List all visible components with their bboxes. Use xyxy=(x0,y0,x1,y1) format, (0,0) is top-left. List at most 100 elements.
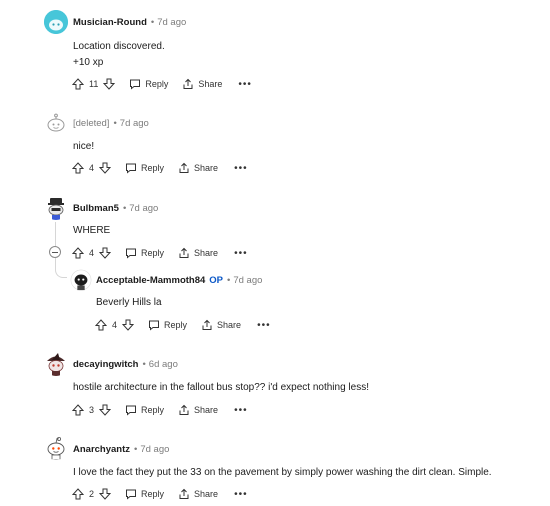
upvote-icon[interactable] xyxy=(72,488,84,500)
dark-hat-snoo-avatar-icon xyxy=(48,198,64,220)
share-icon xyxy=(179,404,189,415)
avatar[interactable] xyxy=(44,436,68,460)
comment-meta: Musician-Round • 7d ago xyxy=(73,13,186,31)
upvote-icon[interactable] xyxy=(72,78,84,90)
reply-connector xyxy=(55,262,67,278)
more-options-button[interactable]: ••• xyxy=(238,79,252,90)
downvote-icon[interactable] xyxy=(99,162,112,174)
vote-group: 11 xyxy=(72,78,116,90)
downvote-icon[interactable] xyxy=(122,319,135,331)
collapse-thread-button[interactable] xyxy=(49,246,61,258)
comment-actions: 2 Reply Share ••• xyxy=(72,485,248,503)
share-label: Share xyxy=(194,489,219,499)
share-label: Share xyxy=(194,248,219,258)
comment-body: I love the fact they put the 33 on the p… xyxy=(73,465,492,481)
share-button[interactable]: Share xyxy=(182,78,222,90)
author-name[interactable]: Musician-Round xyxy=(73,17,147,28)
share-button[interactable]: Share xyxy=(178,404,218,416)
avatar[interactable] xyxy=(44,10,68,34)
upvote-icon[interactable] xyxy=(72,404,84,416)
comment-text-line: I love the fact they put the 33 on the p… xyxy=(73,467,492,478)
share-icon xyxy=(183,78,193,89)
reply-label: Reply xyxy=(141,163,165,173)
separator-dot: • xyxy=(122,202,127,214)
share-button[interactable]: Share xyxy=(178,162,218,174)
reply-icon xyxy=(126,405,137,416)
share-label: Share xyxy=(194,405,219,415)
reply-button[interactable]: Reply xyxy=(129,78,168,90)
reply-label: Reply xyxy=(141,405,165,415)
witch-snoo-avatar-icon xyxy=(47,353,65,376)
author-name[interactable]: Anarchyantz xyxy=(73,444,130,455)
comment-text-line: nice! xyxy=(73,141,95,152)
author-name[interactable]: Bulbman5 xyxy=(73,203,119,214)
share-icon xyxy=(179,162,189,173)
more-options-button[interactable]: ••• xyxy=(234,163,248,174)
vote-group: 3 xyxy=(72,404,112,416)
downvote-icon[interactable] xyxy=(99,488,112,500)
share-button[interactable]: Share xyxy=(178,488,218,500)
avatar[interactable] xyxy=(44,352,68,376)
reply-button[interactable]: Reply xyxy=(125,488,164,500)
upvote-icon[interactable] xyxy=(72,247,84,259)
comment-actions: 11 Reply Share ••• xyxy=(72,75,252,93)
snoo-avatar-icon xyxy=(44,10,68,34)
avatar[interactable] xyxy=(69,268,93,292)
share-icon xyxy=(179,247,189,258)
deleted-snoo-avatar-icon xyxy=(47,113,65,132)
vote-count: 2 xyxy=(89,489,95,499)
reply-icon xyxy=(126,163,137,174)
more-options-button[interactable]: ••• xyxy=(257,320,271,331)
author-name[interactable]: Acceptable-Mammoth84 xyxy=(96,275,205,286)
share-label: Share xyxy=(217,320,242,330)
comment-body: Location discovered. +10 xp xyxy=(73,39,165,71)
timestamp[interactable]: 7d ago xyxy=(140,444,169,455)
timestamp[interactable]: 7d ago xyxy=(233,275,262,286)
author-name[interactable]: decayingwitch xyxy=(73,359,138,370)
comment-meta: [deleted] • 7d ago xyxy=(73,114,149,132)
reply-label: Reply xyxy=(145,79,169,89)
reply-icon xyxy=(126,248,137,259)
comment-body: WHERE xyxy=(73,223,110,239)
vote-group: 4 xyxy=(95,319,135,331)
share-button[interactable]: Share xyxy=(201,319,241,331)
vote-count: 4 xyxy=(89,163,95,173)
reply-body: Beverly Hills la xyxy=(96,295,162,311)
more-options-button[interactable]: ••• xyxy=(234,248,248,259)
vote-group: 4 xyxy=(72,162,112,174)
share-label: Share xyxy=(194,163,219,173)
timestamp[interactable]: 7d ago xyxy=(120,118,149,129)
comment-meta: Bulbman5 • 7d ago xyxy=(73,199,158,217)
default-snoo-avatar-icon xyxy=(47,436,65,460)
comment-meta: Anarchyantz • 7d ago xyxy=(73,440,169,458)
avatar[interactable] xyxy=(44,196,68,220)
downvote-icon[interactable] xyxy=(99,404,112,416)
timestamp[interactable]: 7d ago xyxy=(129,203,158,214)
upvote-icon[interactable] xyxy=(72,162,84,174)
timestamp[interactable]: 7d ago xyxy=(157,17,186,28)
reply-label: Reply xyxy=(141,489,165,499)
reply-button[interactable]: Reply xyxy=(125,247,164,259)
reply-button[interactable]: Reply xyxy=(148,319,187,331)
separator-dot: • xyxy=(227,274,231,286)
reply-button[interactable]: Reply xyxy=(125,404,164,416)
comment-body: hostile architecture in the fallout bus … xyxy=(73,380,369,396)
reply-icon xyxy=(149,320,160,331)
share-button[interactable]: Share xyxy=(178,247,218,259)
avatar[interactable] xyxy=(44,111,68,135)
more-options-button[interactable]: ••• xyxy=(234,489,248,500)
reply-icon xyxy=(126,489,137,500)
reply-button[interactable]: Reply xyxy=(125,162,164,174)
reply-icon xyxy=(130,79,141,90)
vote-count: 4 xyxy=(89,248,95,258)
upvote-icon[interactable] xyxy=(95,319,107,331)
downvote-icon[interactable] xyxy=(99,247,112,259)
reply-label: Reply xyxy=(141,248,165,258)
downvote-icon[interactable] xyxy=(103,78,116,90)
timestamp[interactable]: 6d ago xyxy=(149,359,178,370)
separator-dot: • xyxy=(113,117,117,129)
more-options-button[interactable]: ••• xyxy=(234,405,248,416)
black-white-snoo-avatar-icon xyxy=(70,269,92,291)
separator-dot: • xyxy=(134,443,138,455)
thread-line xyxy=(55,222,56,246)
